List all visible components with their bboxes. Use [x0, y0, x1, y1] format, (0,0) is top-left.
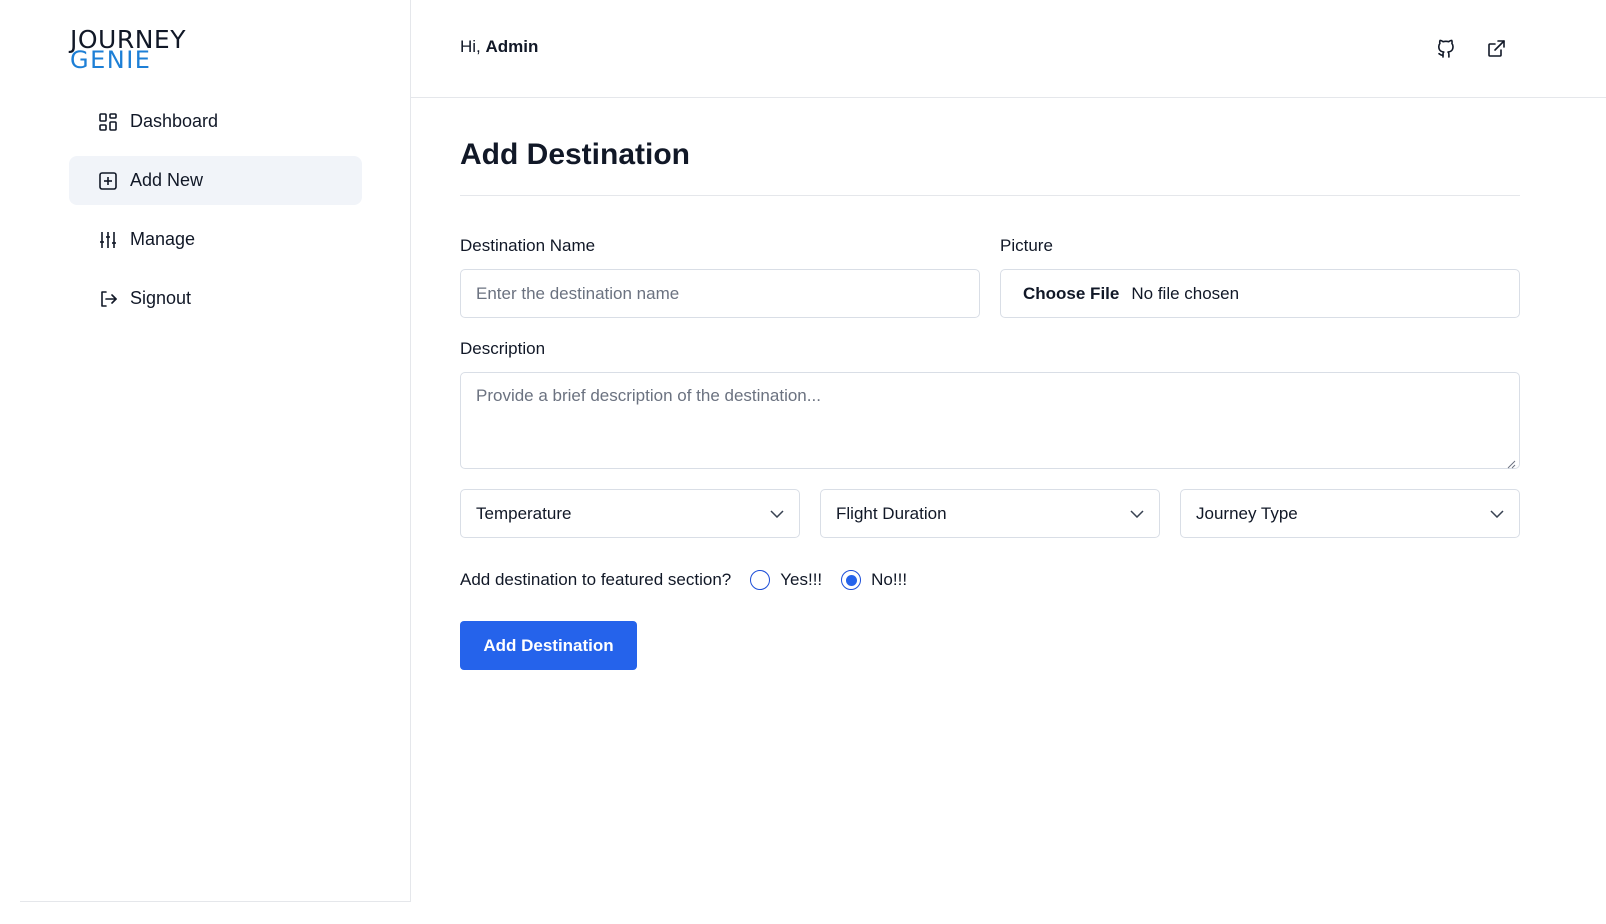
select-value: Journey Type [1196, 503, 1298, 523]
chevron-down-icon [1490, 505, 1504, 523]
logout-icon [98, 289, 118, 309]
radio-label-yes: Yes!!! [780, 570, 823, 589]
divider [460, 195, 1520, 196]
sidebar: JOURNEY GENIE Dashboard Add New Manage S… [20, 0, 411, 902]
sidebar-item-label: Manage [130, 229, 196, 249]
flight-duration-select[interactable]: Flight Duration [820, 489, 1160, 538]
radio-no[interactable] [841, 570, 862, 590]
add-destination-button[interactable]: Add Destination [460, 621, 637, 670]
sidebar-item-dashboard[interactable]: Dashboard [69, 97, 362, 146]
journey-genie-logo[interactable]: JOURNEY GENIE [70, 27, 200, 74]
select-value: Flight Duration [836, 503, 947, 523]
featured-radio-group: Add destination to featured section? Yes… [460, 568, 907, 592]
sidebar-item-label: Add New [130, 170, 204, 190]
featured-option-no[interactable]: No!!! [841, 570, 907, 590]
top-bar: Hi, Admin [411, 0, 1606, 98]
sidebar-item-manage[interactable]: Manage [69, 215, 362, 264]
radio-label-no: No!!! [871, 570, 908, 589]
greeting-text: Hi, [460, 37, 481, 56]
logo-line-2: GENIE [70, 46, 152, 74]
sidebar-item-signout[interactable]: Signout [69, 274, 362, 323]
sidebar-item-add-new[interactable]: Add New [69, 156, 362, 205]
sidebar-item-label: Signout [130, 288, 192, 308]
file-status: No file chosen [1131, 283, 1240, 303]
radio-yes[interactable] [750, 570, 771, 590]
choose-file-button[interactable]: Choose File [1023, 284, 1119, 304]
chevron-down-icon [770, 505, 784, 523]
destination-name-label: Destination Name [460, 236, 596, 255]
sliders-icon [98, 230, 118, 250]
plus-square-icon [98, 171, 118, 191]
user-name: Admin [485, 37, 539, 56]
page-title: Add Destination [460, 138, 690, 171]
greeting: Hi, Admin [460, 37, 538, 57]
external-link-icon[interactable] [1485, 38, 1507, 60]
github-icon[interactable] [1435, 38, 1457, 60]
picture-file-input[interactable]: Choose File No file chosen [1000, 269, 1520, 318]
chevron-down-icon [1130, 505, 1144, 523]
dashboard-grid-icon [98, 112, 118, 132]
sidebar-nav: Dashboard Add New Manage Signout [69, 97, 362, 333]
temperature-select[interactable]: Temperature [460, 489, 800, 538]
radio-selected-dot [845, 574, 857, 586]
journey-type-select[interactable]: Journey Type [1180, 489, 1520, 538]
description-textarea[interactable] [460, 372, 1520, 469]
featured-option-yes[interactable]: Yes!!! [750, 570, 822, 590]
destination-name-input[interactable] [460, 269, 980, 318]
select-value: Temperature [476, 503, 572, 523]
resize-handle-icon[interactable] [1506, 456, 1516, 469]
featured-question: Add destination to featured section? [460, 570, 732, 589]
sidebar-item-label: Dashboard [130, 111, 219, 131]
picture-label: Picture [1000, 236, 1053, 255]
description-label: Description [460, 339, 546, 358]
